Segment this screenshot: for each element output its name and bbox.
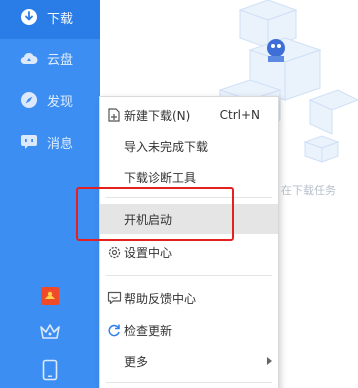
menu-item-settings[interactable]: 设置中心 [100,237,278,267]
message-icon [20,133,38,151]
menu-item-import-unfinished[interactable]: 导入未完成下载 [100,131,278,161]
menu-item-label: 下载诊断工具 [124,170,197,185]
menu-item-startup-launch[interactable]: 开机启动 [100,204,278,234]
chevron-right-icon [267,357,272,365]
sidebar-item-cloud[interactable]: 云盘 [0,36,100,80]
menu-item-label: 检查更新 [124,323,173,338]
refresh-icon [106,322,122,338]
sidebar-item-label: 下载 [47,11,74,27]
menu-item-diagnostic-tool[interactable]: 下载诊断工具 [100,162,278,192]
sidebar: 下载 云盘 发现 消息 [0,0,100,388]
download-icon [20,8,38,26]
menu-item-label: 新建下载(N) [124,108,191,123]
crown-icon[interactable] [36,318,64,346]
feedback-icon [106,290,122,306]
context-menu: 新建下载(N) Ctrl+N 导入未完成下载 下载诊断工具 开机启动 设置中心 … [99,96,279,388]
sidebar-item-message[interactable]: 消息 [0,120,100,164]
menu-item-more[interactable]: 更多 [100,346,278,376]
menu-item-label: 设置中心 [124,245,173,260]
menu-item-label: 帮助反馈中心 [124,291,197,306]
menu-item-label: 开机启动 [124,212,173,227]
menu-item-label: 更多 [124,354,149,369]
sidebar-item-discover[interactable]: 发现 [0,78,100,122]
empty-state-text: 在下载任务 [281,184,336,197]
menu-separator [106,197,272,198]
sidebar-item-label: 消息 [47,136,74,152]
gift-icon[interactable] [36,282,64,310]
new-download-icon [106,107,122,123]
menu-item-label: 导入未完成下载 [124,139,209,154]
phone-icon[interactable] [36,356,64,384]
discover-icon [20,91,38,109]
sidebar-item-download[interactable]: 下载 [0,0,100,39]
menu-item-shortcut: Ctrl+N [219,108,260,122]
menu-item-help-feedback[interactable]: 帮助反馈中心 [100,283,278,313]
sidebar-item-label: 云盘 [47,52,74,68]
cloud-icon [20,49,38,67]
gear-icon [106,244,122,260]
menu-separator [106,275,272,276]
sidebar-item-label: 发现 [47,94,74,110]
menu-item-new-download[interactable]: 新建下载(N) Ctrl+N [100,100,278,130]
menu-item-check-update[interactable]: 检查更新 [100,315,278,345]
menu-separator [106,382,272,383]
